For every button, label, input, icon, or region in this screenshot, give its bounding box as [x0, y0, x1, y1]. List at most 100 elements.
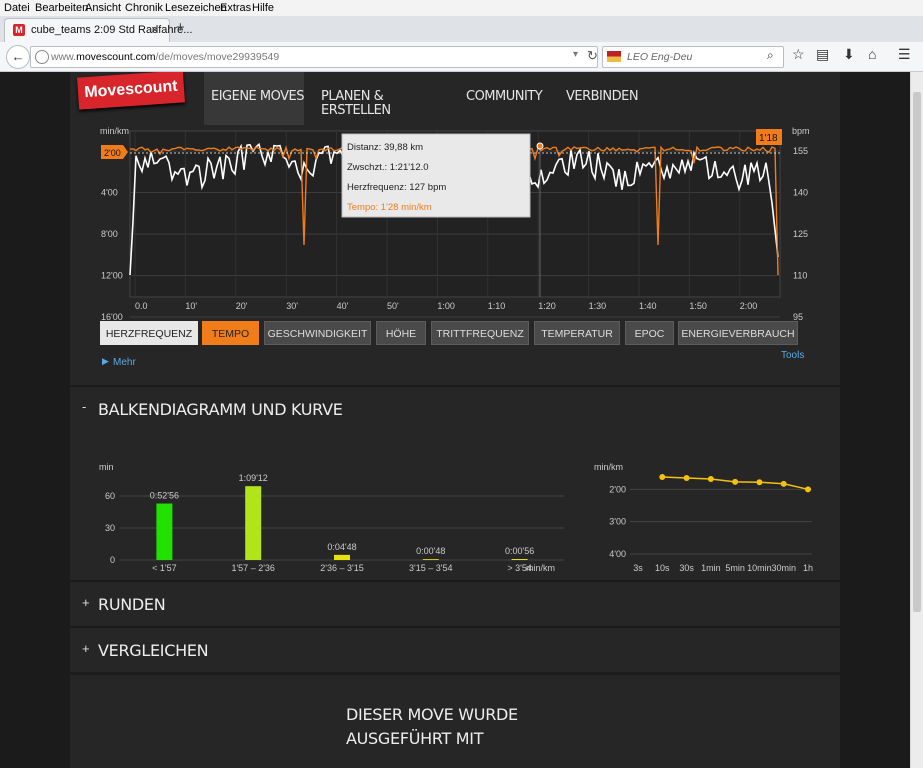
pace-curve-point: [683, 475, 690, 482]
browser-tab[interactable]: M cube_teams 2:09 Std Radfahre... ×: [4, 18, 192, 43]
star-icon[interactable]: ☆: [792, 46, 805, 63]
nav-community[interactable]: COMMUNITY: [466, 90, 543, 104]
bar-ytick-label: 60: [105, 491, 115, 501]
menu-ansicht[interactable]: Ansicht: [85, 2, 121, 14]
metric-button-energieverbrauch[interactable]: ENERGIEVERBRAUCH: [678, 321, 798, 345]
expand-icon[interactable]: +: [82, 595, 90, 610]
scrollbar[interactable]: [910, 72, 923, 768]
pace-curve-point: [756, 479, 763, 486]
nav-verbinden[interactable]: VERBINDEN: [566, 90, 639, 104]
bar: [245, 486, 262, 560]
back-arrow-icon[interactable]: ←: [6, 45, 30, 69]
x-tick-label: 1:00: [437, 301, 455, 311]
bar-category-label: < 1'57: [152, 563, 177, 573]
pace-curve-point: [732, 478, 739, 485]
section-runden[interactable]: + RUNDEN: [70, 582, 840, 626]
bar-xlabel: min/km: [526, 563, 555, 573]
bar-category-label: 1'57 – 2'36: [231, 563, 274, 573]
menu-lesezeichen[interactable]: Lesezeichen: [165, 2, 227, 14]
expand-icon[interactable]: +: [82, 641, 90, 656]
pace-curve-point: [780, 480, 787, 487]
tooltip-heart-rate: Herzfrequenz: 127 bpm: [347, 182, 446, 193]
search-icon[interactable]: ⌕: [767, 48, 774, 63]
section-title-balkendiagramm[interactable]: BALKENDIAGRAMM UND KURVE: [98, 400, 343, 419]
pace-curve-point: [805, 486, 811, 493]
svg-text:1'18: 1'18: [759, 133, 778, 144]
metric-button-tempo[interactable]: TEMPO: [202, 321, 259, 345]
tooltip-pace: Tempo: 1'28 min/km: [347, 202, 432, 213]
bar-data-label: 0:04'48: [327, 542, 356, 552]
pace-curve-point: [707, 475, 714, 482]
tab-strip: M cube_teams 2:09 Std Radfahre... × +: [0, 16, 923, 43]
line-xtick-label: 3s: [633, 563, 643, 573]
bar-ytick-label: 0: [110, 555, 115, 565]
section-vergleichen[interactable]: + VERGLEICHEN: [70, 628, 840, 672]
reload-icon[interactable]: ↻: [587, 48, 598, 64]
line-ytick-label: 2'00: [609, 484, 626, 494]
mehr-link[interactable]: Mehr: [113, 357, 136, 368]
menu-chronik[interactable]: Chronik: [125, 2, 163, 14]
line-ylabel: min/km: [594, 462, 623, 472]
x-tick-label: 50': [387, 301, 399, 311]
pace-heartrate-graph[interactable]: min/km bpm 0'004'008'0012'0016'00 155140…: [70, 125, 840, 385]
menu-extras[interactable]: Extras: [220, 2, 251, 14]
section-title-vergleichen[interactable]: VERGLEICHEN: [98, 641, 209, 660]
line-xtick-label: 30s: [679, 563, 694, 573]
home-icon[interactable]: ⌂: [868, 46, 876, 62]
metric-button-temperatur[interactable]: TEMPERATUR: [534, 321, 620, 345]
x-tick-label: 1:20: [538, 301, 556, 311]
bar: [156, 503, 173, 560]
pace-curve-point: [659, 474, 666, 481]
url-dropdown-icon[interactable]: ▾: [573, 49, 578, 60]
menu-datei[interactable]: Datei: [4, 2, 30, 14]
menu-bar: Datei Bearbeiten Ansicht Chronik Lesezei…: [0, 0, 923, 16]
device-heading: DIESER MOVE WURDE AUSGEFÜHRT MIT: [346, 705, 518, 748]
left-tick-label: 4'00: [101, 188, 118, 198]
marker-right: 1'18: [756, 129, 782, 145]
scroll-thumb[interactable]: [913, 92, 921, 612]
reading-list-icon[interactable]: ▤: [816, 46, 829, 63]
tooltip-distance: Distanz: 39,88 km: [347, 142, 423, 153]
metric-button-hoehe[interactable]: HÖHE: [376, 321, 426, 345]
tools-link[interactable]: Tools: [781, 350, 804, 361]
movescount-logo[interactable]: Movescount: [77, 72, 185, 110]
x-tick-label: 1:10: [488, 301, 506, 311]
close-tab-icon[interactable]: ×: [151, 22, 159, 37]
right-unit-label: bpm: [792, 126, 810, 136]
nav-planen-erstellen[interactable]: PLANEN & ERSTELLEN: [321, 90, 391, 118]
metric-button-trittfrequenz[interactable]: TRITTFREQUENZ: [431, 321, 529, 345]
left-tick-label: 12'00: [101, 271, 123, 281]
search-bar[interactable]: LEO Eng-Deu ⌕: [602, 46, 784, 68]
section-balkendiagramm: - BALKENDIAGRAMM UND KURVE min 0 30 60 0:5…: [70, 387, 840, 580]
bar: [422, 559, 439, 560]
x-tick-label: 1:30: [589, 301, 607, 311]
line-xtick-label: 1h: [803, 563, 813, 573]
new-tab-icon[interactable]: +: [176, 19, 185, 36]
line-ytick-label: 3'00: [609, 517, 626, 527]
navigation-bar: ← www.movescount.com/de/moves/move299395…: [0, 42, 923, 72]
menu-bearbeiten[interactable]: Bearbeiten: [35, 2, 88, 14]
menu-icon[interactable]: ☰: [898, 46, 911, 63]
graph-panel: min/km bpm 0'004'008'0012'0016'00 155140…: [70, 125, 840, 385]
metric-button-epoc[interactable]: EPOC: [625, 321, 674, 345]
marker-left: 2'00: [101, 145, 128, 159]
search-input[interactable]: LEO Eng-Deu: [627, 51, 692, 63]
url-bar[interactable]: www.movescount.com/de/moves/move29939549…: [30, 46, 598, 68]
bar-data-label: 0:52'56: [150, 491, 179, 501]
bar-category-label: 2'36 – 3'15: [320, 563, 363, 573]
url-text: www.movescount.com/de/moves/move29939549: [51, 51, 280, 63]
nav-eigene-moves[interactable]: EIGENE MOVES: [211, 90, 305, 104]
download-icon[interactable]: ⬇: [843, 46, 855, 63]
line-xtick-label: 5min: [725, 563, 745, 573]
mehr-arrow-icon[interactable]: ▶: [102, 356, 109, 366]
bar: [334, 554, 350, 560]
tooltip-lap-time: Zwschzt.: 1:21'12.0: [347, 162, 429, 173]
menu-hilfe[interactable]: Hilfe: [252, 2, 274, 14]
collapse-icon[interactable]: -: [82, 399, 86, 414]
site-header: Movescount EIGENE MOVES PLANEN & ERSTELL…: [70, 72, 840, 125]
metric-button-herzfrequenz[interactable]: HERZFREQUENZ: [100, 321, 198, 345]
bar-data-label: 0:00'48: [416, 546, 445, 556]
search-engine-icon[interactable]: [607, 51, 621, 62]
metric-button-geschwindigkeit[interactable]: GESCHWINDIGKEIT: [264, 321, 371, 345]
section-title-runden[interactable]: RUNDEN: [98, 595, 166, 614]
